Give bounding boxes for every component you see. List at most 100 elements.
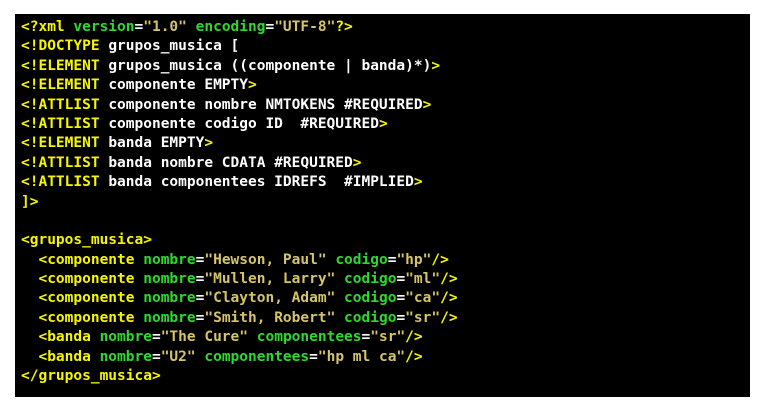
code-token: <!ATTLIST [21,154,109,171]
code-panel: <?xml version="1.0" encoding="UTF-8"?> <!… [15,14,750,397]
code-token: <banda [38,348,100,365]
code-token: <!ATTLIST [21,115,109,132]
code-token: grupos_musica ((componente | banda)*) [108,57,432,74]
code-token: = [151,329,161,346]
code-token: "U2" [160,348,196,365]
code-token: = [134,19,144,35]
code-token: "Mullen, Larry" [204,271,336,288]
code-token: <!ELEMENT [21,57,109,74]
code-token: componente codigo ID #REQUIRED [108,115,379,132]
code-token: componentees [204,348,310,365]
code-token: > [352,154,362,171]
code-line: <componente nombre = "Smith, Robert" codig… [21,309,750,328]
code-line: <componente nombre = "Clayton, Adam" codig… [21,289,750,308]
code-token: <!ELEMENT [21,77,109,94]
code-token: banda nombre CDATA #REQUIRED [108,154,353,171]
code-token: = [396,290,406,307]
code-token: nombre [99,329,152,346]
code-line: <!ATTLIST componente codigo ID #REQUIRED… [21,115,750,134]
code-token: nombre [99,348,152,365]
code-token: > [431,57,441,74]
code-token: "ca" [405,290,441,307]
code-line: <componente nombre = "Mullen, Larry" codig… [21,270,750,289]
code-line: <!ELEMENT banda EMPTY> [21,134,750,153]
code-token: ?> [335,19,353,35]
code-token: /> [440,309,458,326]
code-token: nombre [143,271,196,288]
code-token: <!ELEMENT [21,135,109,152]
code-token: componentees [256,329,362,346]
code-token: > [422,96,432,113]
code-token: /> [405,348,423,365]
code-token: <componente [38,271,144,288]
code-token: componente EMPTY [108,77,248,94]
code-token: encoding [195,19,266,35]
code-line: <!ELEMENT componente EMPTY> [21,76,750,95]
code-line: <grupos_musica> [21,231,750,250]
code-line: <!DOCTYPE grupos_musica [ [21,37,750,56]
code-token: <componente [38,309,144,326]
code-token: /> [405,329,423,346]
code-token: <!ATTLIST [21,96,109,113]
code-token: codigo [335,251,388,268]
code-line: </grupos_musica> [21,367,750,386]
code-token: "ml" [405,271,441,288]
code-token: version [73,19,135,35]
code-line: <banda nombre="U2" componentees="hp ml c… [21,348,750,367]
code-token: = [396,309,406,326]
code-token: "Clayton, Adam" [204,290,336,307]
code-token: > [248,77,257,94]
code-token: <grupos_musica> [21,232,152,249]
code-token: <componente [38,251,144,268]
code-token: <banda [38,329,100,346]
code-token: banda EMPTY [108,135,205,152]
code-token: </grupos_musica> [21,368,161,385]
code-token: nombre [143,251,196,268]
code-token: = [151,348,161,365]
code-token: <componente [38,290,144,307]
code-token: "Smith, Robert" [204,309,336,326]
code-token: "1.0" [143,19,187,35]
code-token: = [396,271,406,288]
code-token: nombre [143,290,196,307]
code-line: <!ATTLIST banda nombre CDATA #REQUIRED> [21,154,750,173]
code-token: "sr" [405,309,441,326]
code-token: componente nombre NMTOKENS #REQUIRED [108,96,423,113]
code-line: <componente nombre="Hewson, Paul" codigo… [21,251,750,270]
code-line: <!ELEMENT grupos_musica ((componente | b… [21,57,750,76]
code-token: banda componentees IDREFS #IMPLIED [108,174,414,191]
code-token: /> [431,251,449,268]
code-line: <?xml version="1.0" encoding="UTF-8"?> [21,18,750,37]
code-token: > [204,135,214,152]
code-token: > [378,115,388,132]
code-token: nombre [143,309,196,326]
code-token: /> [440,290,458,307]
code-line: <banda nombre="The Cure" componentees="s… [21,328,750,347]
code-token: = [309,348,318,365]
code-token: = [265,19,275,35]
code-line: ]> [21,193,750,212]
code-token: grupos_musica [ [108,38,240,55]
code-token: "sr" [370,329,406,346]
code-token: "UTF-8" [274,19,336,35]
code-token: "Hewson, Paul" [204,251,327,268]
code-line: <!ATTLIST componente nombre NMTOKENS #RE… [21,96,750,115]
code-line: <!ATTLIST banda componentees IDREFS #IMP… [21,173,750,192]
code-token: "hp" [396,251,432,268]
code-token: codigo [344,271,397,288]
code-token: <?xml [21,19,74,35]
code-token: <!DOCTYPE [21,38,109,55]
code-token: > [413,174,423,191]
code-token: /> [440,271,458,288]
code-token: "The Cure" [160,329,249,346]
